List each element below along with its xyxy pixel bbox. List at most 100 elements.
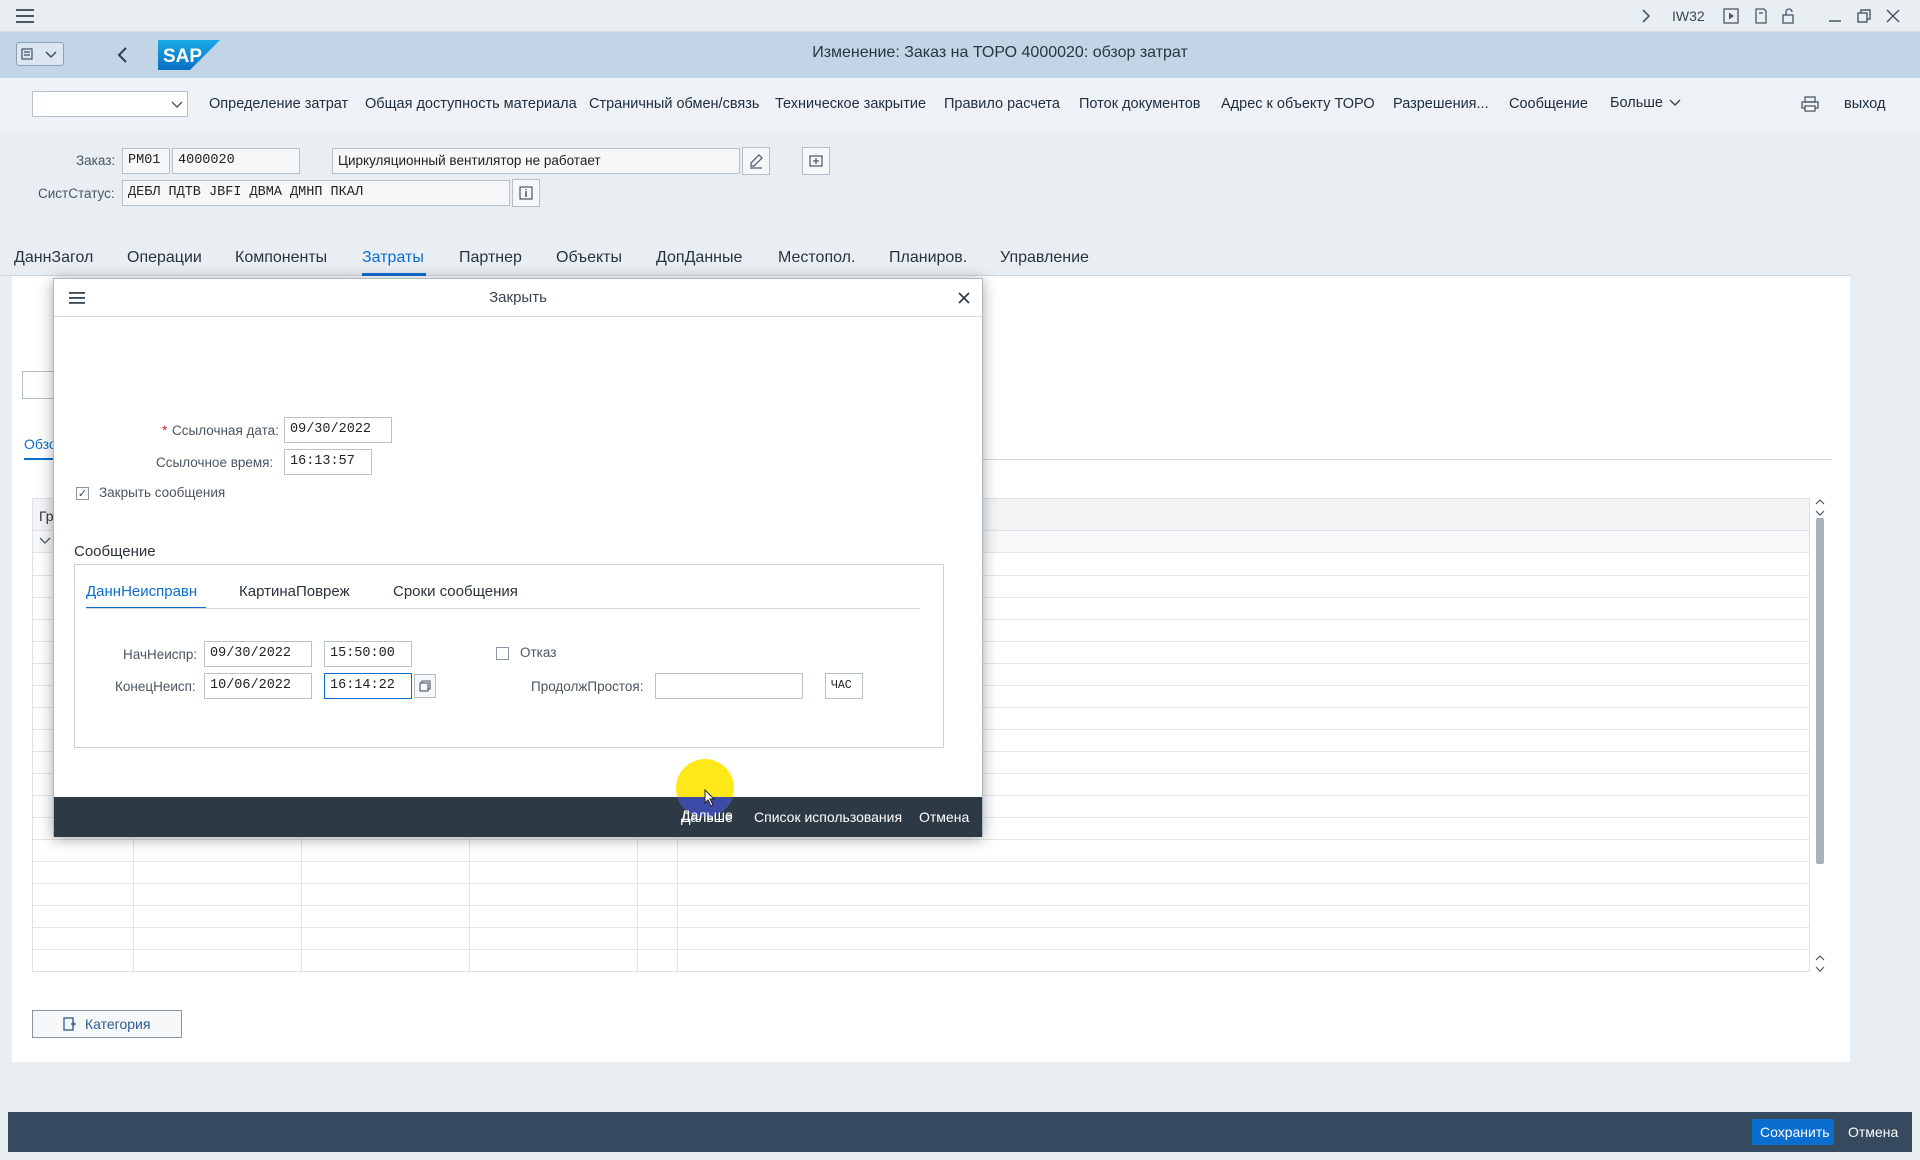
toolbar-dropdown[interactable] xyxy=(32,91,188,117)
downtime-field[interactable] xyxy=(655,673,803,699)
dialog-footer: Дальше Список использования Отмена xyxy=(54,797,982,837)
malfunction-start-time[interactable]: 15:50:00 xyxy=(324,641,412,667)
dialog-title: Закрыть xyxy=(489,289,547,306)
lock-icon[interactable] xyxy=(1780,7,1798,25)
column-header-partial: Гр xyxy=(39,508,54,524)
play-icon[interactable] xyxy=(1722,7,1740,25)
tab-components[interactable]: Компоненты xyxy=(235,249,327,267)
category-icon xyxy=(63,1017,76,1031)
dialog-header: Закрыть xyxy=(54,279,982,317)
list-icon xyxy=(21,48,33,60)
system-status-label: СистСтатус: xyxy=(38,186,115,201)
object-address-link[interactable]: Адрес к объекту ТОРО xyxy=(1221,96,1375,112)
category-button[interactable]: Категория xyxy=(32,1010,182,1038)
breakdown-checkbox[interactable] xyxy=(496,647,509,660)
malfunction-start-label: НачНеиспр: xyxy=(123,647,198,662)
subtab-divider xyxy=(952,459,1832,460)
exit-link[interactable]: выход xyxy=(1844,96,1885,112)
table-scrollbar[interactable] xyxy=(1812,498,1828,972)
notification-link[interactable]: Сообщение xyxy=(1509,96,1588,112)
back-icon[interactable] xyxy=(112,44,132,66)
window-bar: IW32 xyxy=(0,0,1920,32)
status-info-icon[interactable] xyxy=(512,179,540,207)
ref-time-field[interactable]: 16:13:57 xyxy=(284,449,372,475)
category-label: Категория xyxy=(85,1016,151,1032)
scroll-up-icon[interactable] xyxy=(1815,498,1825,516)
scroll-down-icon[interactable] xyxy=(1815,954,1825,972)
tab-objects[interactable]: Объекты xyxy=(556,249,622,267)
permits-link[interactable]: Разрешения... xyxy=(1393,96,1489,112)
settlement-rule-link[interactable]: Правило расчета xyxy=(944,96,1060,112)
required-marker: * xyxy=(162,423,168,438)
close-order-dialog: Закрыть * Ссылочная дата: 09/30/2022 Ссы… xyxy=(53,278,983,837)
page-title: Изменение: Заказ на ТОРО 4000020: обзор … xyxy=(812,44,1188,61)
sap-logo: SAP xyxy=(158,40,220,70)
page-footer: Сохранить Отмена xyxy=(8,1112,1912,1152)
continue-button-overlay[interactable]: Дальше xyxy=(681,807,733,823)
save-button[interactable]: Сохранить xyxy=(1752,1119,1834,1145)
malfunction-start-date[interactable]: 09/30/2022 xyxy=(204,641,312,667)
menu-icon[interactable] xyxy=(14,6,36,26)
order-description-field[interactable]: Циркуляционный вентилятор не работает xyxy=(332,148,740,174)
technical-close-link[interactable]: Техническое закрытие xyxy=(775,96,926,112)
shortcut-menu-button[interactable] xyxy=(16,42,64,66)
material-availability-link[interactable]: Общая доступность материала xyxy=(365,96,577,112)
close-notification-label: Закрыть сообщения xyxy=(99,485,226,500)
mouse-pointer-icon xyxy=(704,789,716,807)
edit-text-icon[interactable] xyxy=(742,147,770,175)
minimize-icon[interactable] xyxy=(1826,7,1844,25)
more-label: Больше xyxy=(1610,95,1663,111)
tab-partner[interactable]: Партнер xyxy=(459,249,522,267)
ref-time-label: Ссылочное время: xyxy=(156,455,274,470)
malfunction-end-date[interactable]: 10/06/2022 xyxy=(204,673,312,699)
subtab-dates[interactable]: Сроки сообщения xyxy=(393,583,518,600)
downtime-label: ПродолжПростоя: xyxy=(531,679,644,694)
object-icon[interactable] xyxy=(802,147,830,175)
tab-operations[interactable]: Операции xyxy=(127,249,202,267)
document-flow-link[interactable]: Поток документов xyxy=(1079,96,1201,112)
chevron-down-icon[interactable] xyxy=(39,537,51,545)
system-status-field: ДЕБЛ ПДТВ JBFI ДВМА ДМНП ПКАЛ xyxy=(122,180,510,206)
tab-header-data[interactable]: ДаннЗагол xyxy=(14,249,93,267)
bookmark-icon[interactable] xyxy=(1752,7,1770,25)
shell-header: SAP Изменение: Заказ на ТОРО 4000020: об… xyxy=(0,32,1920,78)
scrollbar-thumb[interactable] xyxy=(1816,518,1824,864)
cost-determination-link[interactable]: Определение затрат xyxy=(209,96,348,112)
tab-control[interactable]: Управление xyxy=(1000,249,1089,267)
chevron-down-icon xyxy=(171,101,183,108)
subtab-malfunction[interactable]: ДаннНеисправн xyxy=(86,583,197,600)
restore-icon[interactable] xyxy=(1855,7,1873,25)
save-label: Сохранить xyxy=(1760,1124,1830,1140)
tab-planning[interactable]: Планиров. xyxy=(889,249,967,267)
chevron-right-icon[interactable] xyxy=(1636,6,1656,26)
chevron-down-icon xyxy=(45,51,57,59)
order-type-field[interactable]: PM01 xyxy=(122,148,170,174)
time-picker-icon[interactable] xyxy=(414,674,436,698)
order-label: Заказ: xyxy=(76,153,116,168)
where-used-button[interactable]: Список использования xyxy=(754,809,902,825)
print-icon[interactable] xyxy=(1800,94,1820,114)
tab-location[interactable]: Местопол. xyxy=(778,249,855,267)
tab-costs[interactable]: Затраты xyxy=(362,249,424,267)
subtab-damage[interactable]: КартинаПовреж xyxy=(239,583,350,600)
application-toolbar: Определение затрат Общая доступность мат… xyxy=(0,78,1920,130)
ref-date-field[interactable]: 09/30/2022 xyxy=(284,417,392,443)
more-menu[interactable]: Больше xyxy=(1610,95,1681,111)
malfunction-end-time[interactable]: 16:14:22 xyxy=(324,673,412,699)
transaction-code: IW32 xyxy=(1672,8,1705,24)
overview-tab-partial[interactable]: Обзо xyxy=(24,436,57,452)
chevron-down-icon xyxy=(1669,99,1681,106)
footer-cancel-button[interactable]: Отмена xyxy=(1848,1124,1898,1140)
close-icon[interactable] xyxy=(956,290,972,306)
downtime-unit-field[interactable]: ЧАС xyxy=(825,673,863,699)
page-exchange-link[interactable]: Страничный обмен/связь xyxy=(589,96,759,112)
subtab-divider xyxy=(86,608,920,609)
order-number-field[interactable]: 4000020 xyxy=(172,148,300,174)
tab-additional-data[interactable]: ДопДанные xyxy=(656,249,742,267)
svg-text:SAP: SAP xyxy=(163,46,202,67)
ref-date-label: Ссылочная дата: xyxy=(172,423,279,438)
dialog-cancel-button[interactable]: Отмена xyxy=(919,809,969,825)
close-notification-checkbox[interactable]: ✓ xyxy=(76,487,89,500)
notification-section-title: Сообщение xyxy=(74,543,156,560)
close-window-icon[interactable] xyxy=(1884,7,1902,25)
